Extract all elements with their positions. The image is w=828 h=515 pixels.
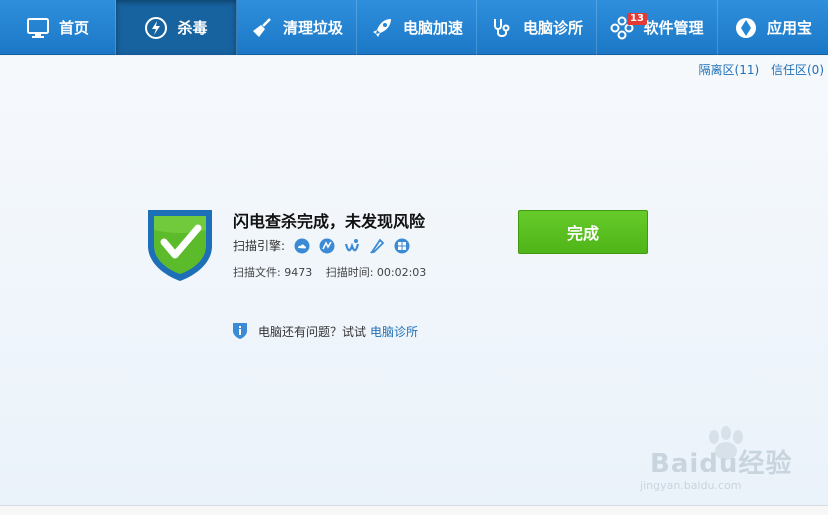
broom-icon xyxy=(252,17,271,37)
status-bar xyxy=(0,505,828,515)
nav-software-label: 软件管理 xyxy=(643,19,704,37)
top-navigation: 首页 杀毒 清理垃圾 电脑加速 电脑诊所 13 软件管理 应用宝 xyxy=(0,0,828,55)
nav-home-label: 首页 xyxy=(58,19,89,37)
nav-antivirus[interactable]: 杀毒 xyxy=(116,0,237,55)
app-store-icon xyxy=(735,17,756,38)
scanned-files-count: 扫描文件: 9473 xyxy=(233,266,313,279)
help-tip: 电脑还有问题？试试 电脑诊所 xyxy=(232,322,418,340)
nav-app-store[interactable]: 应用宝 xyxy=(718,0,828,55)
cloud-engine-icon xyxy=(294,238,310,253)
nav-clean-junk[interactable]: 清理垃圾 xyxy=(237,0,357,55)
monitor-icon xyxy=(26,17,49,38)
done-button[interactable]: 完成 xyxy=(518,210,648,254)
system-repair-engine-icon xyxy=(319,238,335,253)
scan-result-title: 闪电查杀完成，未发现风险 xyxy=(233,212,426,231)
scan-stats: 扫描文件: 9473 扫描时间: 00:02:03 xyxy=(233,264,436,280)
nav-app-store-label: 应用宝 xyxy=(766,19,812,37)
nav-speedup-label: 电脑加速 xyxy=(402,19,463,37)
engines-label: 扫描引擎: xyxy=(233,239,286,253)
watermark-text: Baidu经验 xyxy=(650,449,793,479)
trust-zone-link[interactable]: 信任区(0) xyxy=(771,63,824,77)
shield-check-icon xyxy=(148,210,212,281)
lightning-shield-icon xyxy=(145,16,168,39)
nav-home[interactable]: 首页 xyxy=(0,0,116,55)
nav-software[interactable]: 13 软件管理 xyxy=(597,0,718,55)
scan-duration: 扫描时间: 00:02:03 xyxy=(325,266,427,279)
kill-engine-icon xyxy=(344,238,360,251)
info-shield-icon xyxy=(233,323,247,339)
nav-clinic-label: 电脑诊所 xyxy=(522,19,583,37)
nav-clean-junk-label: 清理垃圾 xyxy=(282,19,343,37)
software-update-badge: 13 xyxy=(627,13,647,25)
quarantine-link[interactable]: 隔离区(11) xyxy=(699,63,760,77)
zone-links: 隔离区(11) 信任区(0) xyxy=(691,61,824,78)
nav-clinic[interactable]: 电脑诊所 xyxy=(477,0,597,55)
windows-engine-icon xyxy=(394,238,410,253)
pc-clinic-link[interactable]: 电脑诊所 xyxy=(370,323,418,340)
watermark-url: jingyan.baidu.com xyxy=(640,479,742,492)
nav-speedup[interactable]: 电脑加速 xyxy=(357,0,477,55)
stethoscope-icon xyxy=(493,18,510,37)
pen-engine-icon xyxy=(370,238,385,254)
nav-antivirus-label: 杀毒 xyxy=(177,19,208,37)
scan-engines: 扫描引擎: xyxy=(233,237,410,254)
help-tip-text: 电脑还有问题？试试 xyxy=(258,324,367,339)
rocket-icon xyxy=(372,18,391,37)
